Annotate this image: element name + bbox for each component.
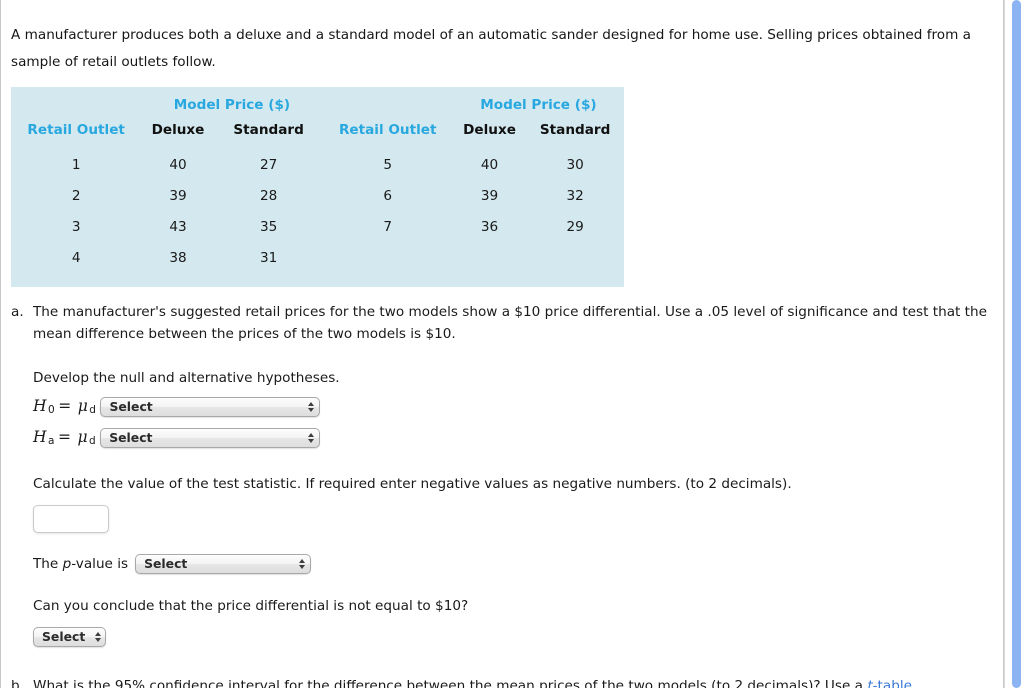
vertical-scrollbar[interactable] <box>1004 0 1024 688</box>
null-hypothesis-select-value: Select <box>109 399 153 414</box>
pvalue-label: The p-value is <box>33 553 128 575</box>
t-table-link[interactable]: t-table <box>867 678 912 688</box>
cell-deluxe: 36 <box>480 219 499 235</box>
updown-arrows-icon <box>308 432 315 443</box>
cell-outlet: 6 <box>383 188 393 204</box>
conclusion-select-value: Select <box>42 628 86 644</box>
price-data-table: Model Price ($) Model Price ($) Retail O… <box>11 87 624 287</box>
null-hypothesis-expression: H0 = μd <box>33 394 96 420</box>
null-hypothesis-select[interactable]: Select <box>100 397 321 418</box>
scrollbar-thumb[interactable] <box>1012 0 1021 688</box>
problem-intro: A manufacturer produces both a deluxe an… <box>11 27 972 70</box>
pvalue-select-value: Select <box>144 555 188 571</box>
cell-standard: 32 <box>566 188 584 204</box>
test-statistic-prompt: Calculate the value of the test statisti… <box>33 475 792 492</box>
table-column-header-row: Retail Outlet Deluxe Standard Retail Out… <box>11 122 624 149</box>
question-part-a: a. The manufacturer's suggested retail p… <box>11 301 993 648</box>
pvalue-label-post: -value is <box>71 556 129 572</box>
cell-outlet: 1 <box>71 157 81 173</box>
part-b-marker: b. <box>11 678 24 688</box>
column-header-retail-outlet-left: Retail Outlet <box>27 122 125 138</box>
cell-standard: 27 <box>259 157 278 173</box>
updown-arrows-icon <box>95 631 102 642</box>
group-header-left: Model Price ($) <box>173 97 291 113</box>
table-group-header-row: Model Price ($) Model Price ($) <box>11 97 624 122</box>
alternative-hypothesis-row: Ha = μd Select <box>33 425 993 451</box>
table-row: 3 43 35 7 36 29 <box>11 211 624 242</box>
cell-standard: 29 <box>566 219 584 235</box>
updown-arrows-icon <box>308 402 315 413</box>
column-header-standard-right: Standard <box>539 122 611 138</box>
part-b-text-before-link: What is the 95% confidence interval for … <box>33 678 868 688</box>
cell-deluxe: 39 <box>169 188 187 204</box>
cell-outlet: 2 <box>71 188 81 204</box>
cell-deluxe <box>453 242 526 273</box>
t-table-link-rest: -table <box>872 678 912 688</box>
cell-standard: 35 <box>259 219 278 235</box>
part-a-text: The manufacturer's suggested retail pric… <box>33 304 987 343</box>
group-header-right: Model Price ($) <box>480 97 597 113</box>
part-b-text: What is the 95% confidence interval for … <box>33 675 993 688</box>
null-hypothesis-row: H0 = μd Select <box>33 394 993 420</box>
ha-parameter: μ <box>77 428 89 447</box>
cell-outlet: 5 <box>383 157 393 173</box>
h0-subscript: 0 <box>48 404 56 417</box>
cell-outlet: 3 <box>71 219 81 235</box>
h0-parameter-subscript: d <box>89 404 97 417</box>
ha-symbol: H <box>33 428 48 447</box>
h0-operator: = <box>58 397 72 416</box>
cell-standard: 30 <box>566 157 584 173</box>
part-b-text-after-link: . <box>912 678 917 688</box>
cell-outlet: 7 <box>383 219 393 235</box>
pvalue-label-pre: The <box>33 556 63 572</box>
test-statistic-input[interactable] <box>33 505 109 533</box>
table-row: 2 39 28 6 39 32 <box>11 180 624 211</box>
column-header-retail-outlet-right: Retail Outlet <box>338 122 437 138</box>
worksheet-page: A manufacturer produces both a deluxe an… <box>0 0 1004 688</box>
cell-standard: 28 <box>259 188 278 204</box>
column-header-standard-left: Standard <box>233 122 304 138</box>
group-header-spacer-left <box>11 97 141 122</box>
pvalue-row: The p-value is Select <box>33 553 993 575</box>
conclusion-select[interactable]: Select <box>33 626 106 647</box>
ha-subscript: a <box>48 435 55 448</box>
part-a-marker: a. <box>11 304 24 320</box>
column-header-deluxe-left: Deluxe <box>151 122 205 138</box>
cell-outlet <box>323 242 453 273</box>
cell-outlet: 4 <box>71 250 81 266</box>
hypotheses-prompt: Develop the null and alternative hypothe… <box>33 370 340 387</box>
column-header-deluxe-right: Deluxe <box>463 122 516 138</box>
cell-standard: 31 <box>259 250 278 266</box>
cell-deluxe: 39 <box>480 188 499 204</box>
cell-deluxe: 40 <box>480 157 499 173</box>
ha-parameter-subscript: d <box>89 435 97 448</box>
cell-deluxe: 38 <box>169 250 187 266</box>
alternative-hypothesis-expression: Ha = μd <box>33 425 96 451</box>
group-header-spacer-right <box>323 97 453 122</box>
question-part-b: b. What is the 95% confidence interval f… <box>11 675 993 688</box>
alternative-hypothesis-select-value: Select <box>109 429 153 445</box>
cell-deluxe: 40 <box>169 157 187 173</box>
h0-parameter: μ <box>77 397 89 416</box>
pvalue-select[interactable]: Select <box>135 554 312 575</box>
pvalue-label-italic: p <box>62 556 72 572</box>
ha-operator: = <box>57 428 72 447</box>
page-content: A manufacturer produces both a deluxe an… <box>1 0 1003 688</box>
table-row: 4 38 31 <box>11 242 624 273</box>
updown-arrows-icon <box>299 559 306 570</box>
table-row: 1 40 27 5 40 30 <box>11 149 624 180</box>
conclusion-question: Can you conclude that the price differen… <box>33 598 469 615</box>
cell-deluxe: 43 <box>169 219 187 235</box>
h0-symbol: H <box>33 397 48 416</box>
cell-standard <box>526 242 624 273</box>
alternative-hypothesis-select[interactable]: Select <box>100 427 321 448</box>
